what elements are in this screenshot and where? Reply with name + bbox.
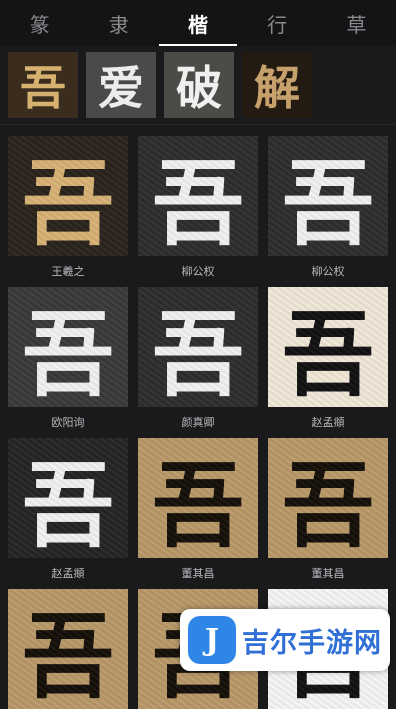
strip-character-1[interactable]: 吾 xyxy=(8,52,78,118)
sample-author: 赵孟頫 xyxy=(311,416,345,429)
sample-tile[interactable]: 吾 xyxy=(268,136,388,256)
sample-author: 柳公权 xyxy=(181,265,215,278)
script-style-tabs: 篆 隶 楷 行 草 xyxy=(0,0,396,46)
sample-tile[interactable]: 吾 xyxy=(138,287,258,407)
tab-cursive-script[interactable]: 草 xyxy=(321,0,391,46)
sample-tile[interactable]: 吾 xyxy=(8,438,128,558)
site-watermark: J 吉尔手游网 xyxy=(180,609,390,671)
sample-tile[interactable]: 吾 xyxy=(268,287,388,407)
sample-tile[interactable]: 吾 xyxy=(8,287,128,407)
strip-character-4[interactable]: 解 xyxy=(242,52,312,118)
sample-tile[interactable]: 吾 xyxy=(8,589,128,709)
sample-author: 董其昌 xyxy=(311,567,345,580)
tab-regular-script[interactable]: 楷 xyxy=(158,0,237,46)
sample-author: 赵孟頫 xyxy=(51,567,85,580)
sample-author: 欧阳询 xyxy=(51,416,85,429)
strip-character-2[interactable]: 爱 xyxy=(86,52,156,118)
tab-seal-script[interactable]: 篆 xyxy=(5,0,75,46)
sample-author: 董其昌 xyxy=(181,567,215,580)
watermark-logo-icon: J xyxy=(188,616,236,664)
sample-author: 王羲之 xyxy=(51,265,85,278)
sample-author: 颜真卿 xyxy=(181,416,215,429)
sample-tile[interactable]: 吾 xyxy=(8,136,128,256)
strip-character-3[interactable]: 破 xyxy=(164,52,234,118)
tab-clerical-script[interactable]: 隶 xyxy=(84,0,154,46)
sample-tile[interactable]: 吾 xyxy=(138,438,258,558)
tab-running-script[interactable]: 行 xyxy=(242,0,312,46)
sample-tile[interactable]: 吾 xyxy=(138,136,258,256)
watermark-text: 吉尔手游网 xyxy=(242,627,382,659)
character-strip: 吾 爱 破 解 xyxy=(0,46,396,125)
sample-author: 柳公权 xyxy=(311,265,345,278)
sample-tile[interactable]: 吾 xyxy=(268,438,388,558)
